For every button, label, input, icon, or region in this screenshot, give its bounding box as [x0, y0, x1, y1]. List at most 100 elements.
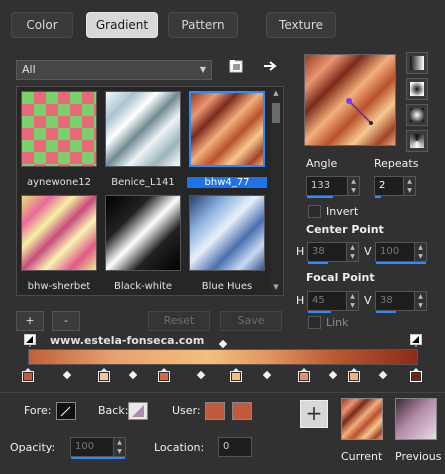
gradient-thumbnail	[21, 195, 97, 271]
color-stop[interactable]	[410, 368, 422, 382]
material-properties-window: Color Gradient Pattern Texture All ▼ ayn…	[0, 0, 445, 474]
user-swatch-2[interactable]	[232, 402, 252, 420]
gallery-item[interactable]: Benice_L141	[103, 89, 183, 188]
color-stop-color	[300, 373, 308, 380]
linear-gradient-button[interactable]	[406, 52, 428, 74]
location-value: 0	[223, 441, 230, 452]
center-h-label: H	[296, 245, 305, 258]
gallery-item[interactable]: bhw-sherbet	[19, 193, 99, 292]
tab-pattern[interactable]: Pattern	[168, 12, 238, 38]
spinner-arrows-icon[interactable]: ▲ ▼	[414, 292, 426, 310]
color-stop[interactable]	[158, 368, 170, 382]
color-midpoint-marker[interactable]	[128, 370, 138, 380]
scroll-down-icon[interactable]: ▼	[271, 283, 281, 293]
spinner-arrows-icon[interactable]: ▲ ▼	[403, 177, 415, 195]
gallery-item-selected[interactable]: bhw4_77	[187, 89, 267, 188]
gradient-thumbnail	[189, 91, 265, 167]
repeats-label: Repeats	[374, 157, 419, 170]
radial-gradient-button[interactable]	[406, 130, 428, 152]
remove-gradient-button[interactable]: -	[52, 311, 80, 331]
color-midpoint-marker[interactable]	[262, 370, 272, 380]
user-label: User:	[172, 404, 201, 417]
gallery-item-label: bhw-sherbet	[27, 281, 91, 292]
opacity-stop-start[interactable]	[24, 334, 36, 348]
opacity-midpoint-marker[interactable]	[218, 339, 228, 349]
add-gradient-button[interactable]: +	[16, 311, 44, 331]
center-h-spinner[interactable]: 38 ▲ ▼	[307, 242, 359, 264]
link-checkbox[interactable]	[308, 316, 321, 329]
category-select-value: All	[22, 63, 36, 76]
fore-swatch[interactable]	[56, 402, 76, 420]
color-stop[interactable]	[98, 368, 110, 382]
invert-checkbox[interactable]	[308, 205, 321, 218]
color-midpoint-marker[interactable]	[62, 370, 72, 380]
gallery-item[interactable]: aynewone12	[19, 89, 99, 188]
scroll-up-icon[interactable]: ▲	[271, 89, 281, 99]
rectangular-gradient-button[interactable]	[406, 78, 428, 100]
color-stop-color	[232, 373, 240, 380]
focal-h-slider-fill	[308, 311, 331, 313]
sunburst-gradient-button[interactable]	[406, 104, 428, 126]
spinner-arrows-icon[interactable]: ▲ ▼	[414, 243, 426, 261]
opacity-stop-end[interactable]	[410, 334, 422, 348]
repeats-spinner[interactable]: 2 ▲ ▼	[374, 176, 416, 198]
gallery-scrollbar[interactable]: ▲ ▼	[271, 89, 281, 293]
gallery-item-label: aynewone12	[26, 177, 92, 188]
spinner-arrows-icon[interactable]: ▲ ▼	[347, 177, 359, 195]
arrow-right-icon[interactable]	[262, 58, 278, 74]
opacity-value: 100	[75, 441, 95, 452]
color-stop-color	[24, 373, 32, 380]
save-button[interactable]: Save	[220, 311, 282, 331]
color-stop-box	[22, 371, 34, 382]
gradient-editor-bar[interactable]	[28, 349, 418, 365]
focal-h-spinner[interactable]: 45 ▲ ▼	[307, 291, 359, 313]
gallery-item-label: Blue Hues	[201, 281, 253, 292]
user-swatch-1[interactable]	[205, 402, 225, 420]
reset-button[interactable]: Reset	[148, 311, 210, 331]
back-swatch[interactable]	[128, 402, 148, 420]
color-stop[interactable]	[298, 368, 310, 382]
scrollbar-thumb[interactable]	[272, 103, 280, 123]
previous-material-swatch[interactable]	[395, 398, 437, 440]
focal-h-value: 45	[312, 295, 325, 306]
gradient-thumbnail	[105, 91, 181, 167]
center-v-spinner[interactable]: 100 ▲ ▼	[375, 242, 427, 264]
color-stop[interactable]	[22, 368, 34, 382]
gallery-item[interactable]: Black-white	[103, 193, 183, 292]
tab-color[interactable]: Color	[11, 12, 73, 38]
browse-icon[interactable]	[228, 58, 244, 74]
gallery-item[interactable]: Blue Hues	[187, 193, 267, 292]
angle-spinner[interactable]: 133 ▲ ▼	[306, 176, 360, 198]
color-stop[interactable]	[230, 368, 242, 382]
angle-handle-icon	[346, 98, 373, 125]
gradient-gallery: aynewone12 Benice_L141 bhw4_77 bhw-sherb…	[16, 86, 284, 296]
back-indicator-icon	[132, 405, 144, 417]
gradient-preview[interactable]	[304, 54, 396, 146]
center-h-value: 38	[312, 246, 325, 257]
location-field[interactable]: 0	[218, 437, 252, 457]
category-select[interactable]: All ▼	[16, 60, 212, 80]
spinner-arrows-icon[interactable]: ▲ ▼	[346, 292, 358, 310]
color-stop[interactable]	[348, 368, 360, 382]
opacity-spinner[interactable]: 100 ▲ ▼	[70, 437, 126, 459]
center-v-label: V	[364, 245, 372, 258]
tab-texture[interactable]: Texture	[266, 12, 336, 38]
current-material-swatch[interactable]	[341, 398, 383, 440]
color-stop-color	[160, 373, 168, 380]
location-label: Location:	[154, 441, 205, 454]
color-midpoint-marker[interactable]	[378, 370, 388, 380]
spinner-arrows-icon[interactable]: ▲ ▼	[113, 438, 125, 456]
spinner-arrows-icon[interactable]: ▲ ▼	[346, 243, 358, 261]
repeats-value: 2	[379, 180, 386, 191]
add-to-swatches-button[interactable]: +	[300, 400, 328, 428]
focal-v-spinner[interactable]: 38 ▲ ▼	[375, 291, 427, 313]
color-stop-color	[100, 373, 108, 380]
color-midpoint-marker[interactable]	[328, 370, 338, 380]
color-midpoint-marker[interactable]	[196, 370, 206, 380]
color-stop-box	[410, 371, 422, 382]
angle-slider-fill	[307, 196, 333, 198]
focal-h-label: H	[296, 294, 305, 307]
current-label: Current	[341, 450, 383, 463]
watermark-text: www.estela-fonseca.com	[50, 334, 205, 347]
tab-gradient[interactable]: Gradient	[86, 12, 158, 38]
